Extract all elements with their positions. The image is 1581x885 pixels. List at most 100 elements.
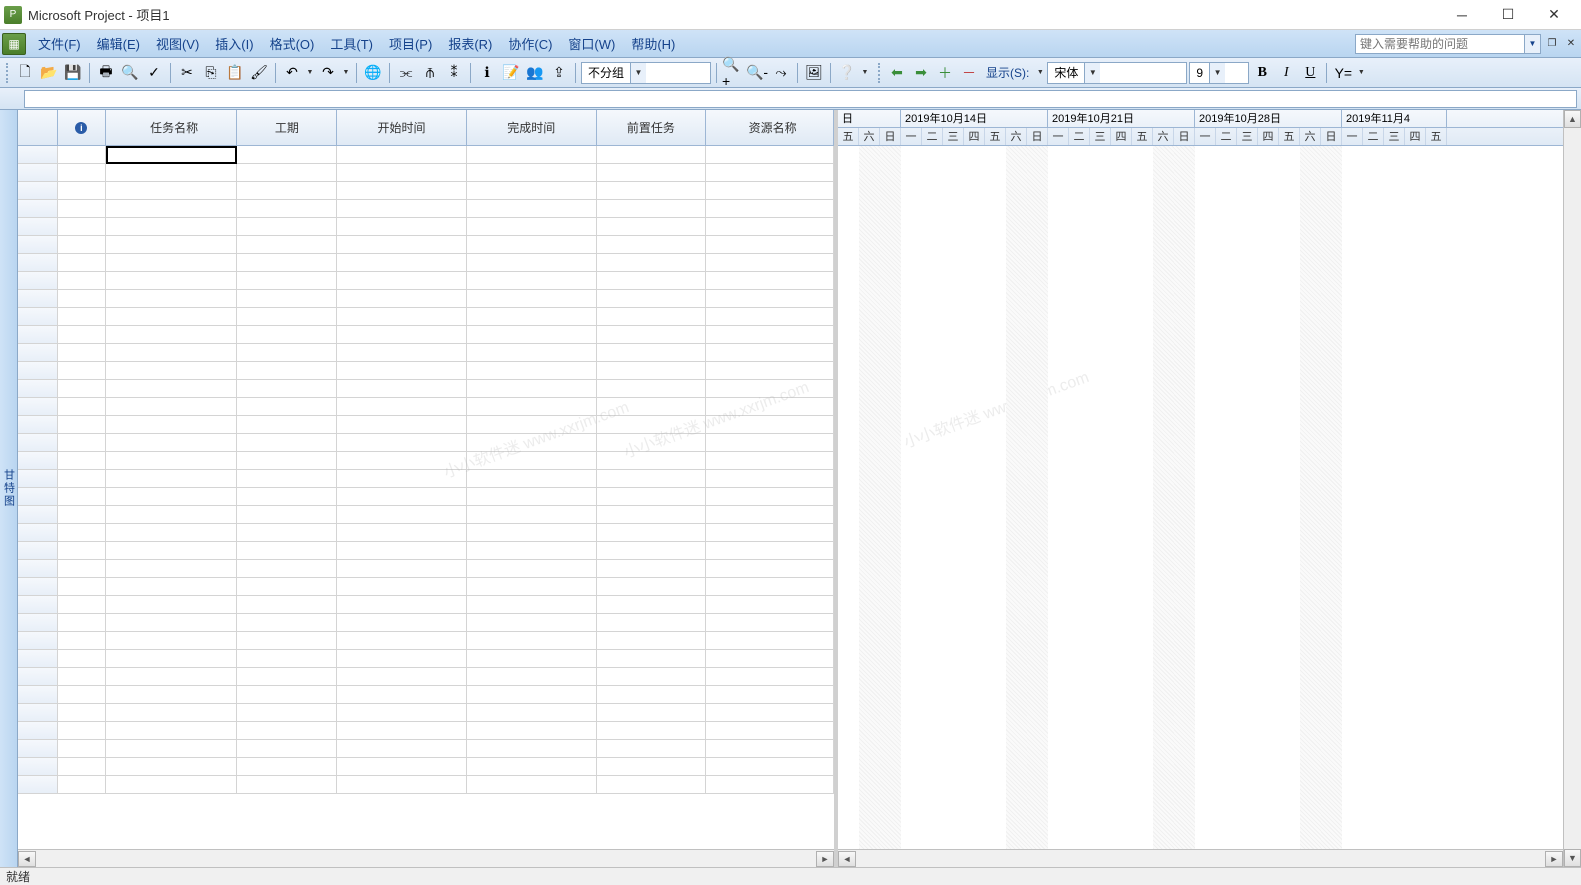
gantt-day-header[interactable]: 一 — [1048, 128, 1069, 145]
table-cell[interactable] — [597, 326, 707, 343]
table-cell[interactable] — [106, 740, 238, 757]
table-cell[interactable] — [706, 416, 834, 433]
table-cell[interactable] — [706, 776, 834, 793]
table-cell[interactable] — [467, 326, 597, 343]
table-cell[interactable] — [18, 362, 58, 379]
table-row[interactable] — [18, 776, 834, 794]
table-row[interactable] — [18, 308, 834, 326]
table-cell[interactable] — [706, 308, 834, 325]
table-cell[interactable] — [18, 398, 58, 415]
spellcheck-icon[interactable]: ✓ — [143, 62, 165, 84]
gantt-day-header[interactable]: 一 — [1342, 128, 1363, 145]
table-cell[interactable] — [337, 776, 467, 793]
table-cell[interactable] — [597, 254, 707, 271]
gantt-day-header[interactable]: 六 — [1006, 128, 1027, 145]
table-cell[interactable] — [18, 560, 58, 577]
table-cell[interactable] — [106, 506, 238, 523]
table-cell[interactable] — [706, 524, 834, 541]
table-cell[interactable] — [106, 182, 238, 199]
table-cell[interactable] — [106, 362, 238, 379]
table-cell[interactable] — [106, 596, 238, 613]
minimize-button[interactable]: ─ — [1439, 0, 1485, 30]
table-cell[interactable] — [58, 704, 106, 721]
table-cell[interactable] — [237, 290, 337, 307]
table-row[interactable] — [18, 686, 834, 704]
table-cell[interactable] — [597, 452, 707, 469]
table-row[interactable] — [18, 614, 834, 632]
table-cell[interactable] — [467, 650, 597, 667]
table-cell[interactable] — [106, 524, 238, 541]
table-cell[interactable] — [337, 182, 467, 199]
table-cell[interactable] — [337, 542, 467, 559]
maximize-button[interactable]: ☐ — [1485, 0, 1531, 30]
gantt-hscroll[interactable]: ◄ ► — [838, 849, 1563, 867]
table-cell[interactable] — [237, 722, 337, 739]
table-cell[interactable] — [237, 182, 337, 199]
table-cell[interactable] — [237, 146, 337, 163]
table-cell[interactable] — [237, 560, 337, 577]
table-cell[interactable] — [467, 254, 597, 271]
table-cell[interactable] — [337, 434, 467, 451]
table-row[interactable] — [18, 434, 834, 452]
table-cell[interactable] — [18, 164, 58, 181]
menu-insert[interactable]: 插入(I) — [207, 30, 261, 57]
table-cell[interactable] — [337, 326, 467, 343]
table-cell[interactable] — [706, 344, 834, 361]
table-cell[interactable] — [18, 326, 58, 343]
column-info[interactable]: i — [58, 110, 106, 145]
paste-icon[interactable]: 📋 — [224, 62, 246, 84]
table-cell[interactable] — [706, 686, 834, 703]
chevron-down-icon[interactable]: ▼ — [1209, 63, 1225, 83]
chevron-down-icon[interactable]: ▼ — [630, 63, 646, 83]
table-cell[interactable] — [337, 398, 467, 415]
table-cell[interactable] — [706, 380, 834, 397]
table-cell[interactable] — [18, 470, 58, 487]
table-cell[interactable] — [18, 722, 58, 739]
table-cell[interactable] — [237, 632, 337, 649]
table-cell[interactable] — [706, 632, 834, 649]
table-cell[interactable] — [337, 686, 467, 703]
table-cell[interactable] — [58, 200, 106, 217]
table-cell[interactable] — [337, 362, 467, 379]
table-cell[interactable] — [597, 650, 707, 667]
save-icon[interactable]: 💾 — [62, 62, 84, 84]
table-cell[interactable] — [58, 164, 106, 181]
table-cell[interactable] — [237, 668, 337, 685]
grid-hscroll[interactable]: ◄ ► — [18, 849, 834, 867]
table-cell[interactable] — [337, 488, 467, 505]
table-cell[interactable] — [597, 596, 707, 613]
table-cell[interactable] — [237, 686, 337, 703]
table-cell[interactable] — [467, 776, 597, 793]
table-cell[interactable] — [237, 380, 337, 397]
toolbar-options-dropdown[interactable]: ▼ — [860, 62, 870, 84]
table-cell[interactable] — [337, 704, 467, 721]
table-cell[interactable] — [706, 272, 834, 289]
gantt-day-header[interactable]: 五 — [985, 128, 1006, 145]
table-cell[interactable] — [706, 398, 834, 415]
table-cell[interactable] — [58, 272, 106, 289]
table-cell[interactable] — [337, 614, 467, 631]
table-cell[interactable] — [597, 560, 707, 577]
table-cell[interactable] — [337, 308, 467, 325]
table-cell[interactable] — [597, 182, 707, 199]
menu-file[interactable]: 文件(F) — [30, 30, 89, 57]
font-combo[interactable]: 宋体 ▼ — [1047, 62, 1187, 84]
table-row[interactable] — [18, 272, 834, 290]
table-cell[interactable] — [106, 146, 238, 164]
table-cell[interactable] — [706, 740, 834, 757]
format-painter-icon[interactable]: 🖌 — [248, 62, 270, 84]
table-cell[interactable] — [597, 686, 707, 703]
filter-icon[interactable]: Y= — [1332, 62, 1354, 84]
gantt-day-header[interactable]: 六 — [859, 128, 880, 145]
table-cell[interactable] — [706, 614, 834, 631]
table-cell[interactable] — [58, 632, 106, 649]
table-cell[interactable] — [237, 614, 337, 631]
table-cell[interactable] — [467, 632, 597, 649]
table-cell[interactable] — [18, 434, 58, 451]
table-cell[interactable] — [58, 488, 106, 505]
table-cell[interactable] — [106, 308, 238, 325]
table-cell[interactable] — [337, 668, 467, 685]
gantt-day-header[interactable]: 五 — [1279, 128, 1300, 145]
table-row[interactable] — [18, 362, 834, 380]
table-cell[interactable] — [467, 740, 597, 757]
